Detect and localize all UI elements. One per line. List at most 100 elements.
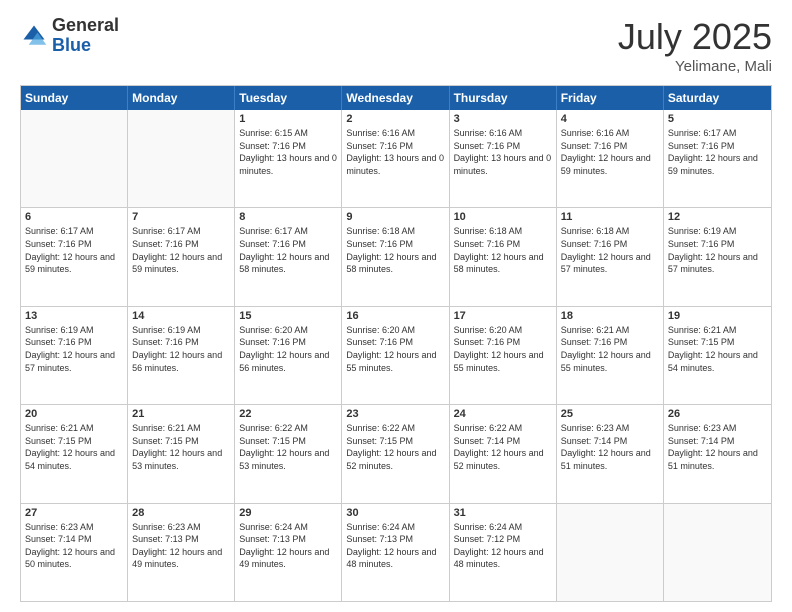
- day-number: 7: [132, 211, 230, 223]
- calendar-header-cell: Tuesday: [235, 86, 342, 110]
- day-number: 24: [454, 408, 552, 420]
- day-number: 10: [454, 211, 552, 223]
- day-info: Sunrise: 6:16 AM Sunset: 7:16 PM Dayligh…: [346, 127, 444, 177]
- calendar-header-cell: Sunday: [21, 86, 128, 110]
- calendar-cell: 27 Sunrise: 6:23 AM Sunset: 7:14 PM Dayli…: [21, 504, 128, 601]
- day-info: Sunrise: 6:24 AM Sunset: 7:13 PM Dayligh…: [239, 521, 337, 571]
- day-info: Sunrise: 6:16 AM Sunset: 7:16 PM Dayligh…: [454, 127, 552, 177]
- day-info: Sunrise: 6:20 AM Sunset: 7:16 PM Dayligh…: [454, 324, 552, 374]
- calendar-cell: 11 Sunrise: 6:18 AM Sunset: 7:16 PM Dayli…: [557, 208, 664, 305]
- day-info: Sunrise: 6:18 AM Sunset: 7:16 PM Dayligh…: [561, 225, 659, 275]
- day-info: Sunrise: 6:21 AM Sunset: 7:15 PM Dayligh…: [668, 324, 767, 374]
- day-number: 23: [346, 408, 444, 420]
- logo-icon: [20, 22, 48, 50]
- logo-general: General: [52, 16, 119, 36]
- calendar-cell: 19Sunrise: 6:21 AM Sunset: 7:15 PM Dayli…: [664, 307, 771, 404]
- day-info: Sunrise: 6:17 AM Sunset: 7:16 PM Dayligh…: [25, 225, 123, 275]
- calendar-header-row: SundayMondayTuesdayWednesdayThursdayFrid…: [21, 86, 771, 110]
- calendar-cell: 29 Sunrise: 6:24 AM Sunset: 7:13 PM Dayli…: [235, 504, 342, 601]
- day-info: Sunrise: 6:23 AM Sunset: 7:14 PM Dayligh…: [25, 521, 123, 571]
- day-info: Sunrise: 6:21 AM Sunset: 7:15 PM Dayligh…: [132, 422, 230, 472]
- calendar-cell: 7 Sunrise: 6:17 AM Sunset: 7:16 PM Daylig…: [128, 208, 235, 305]
- calendar-cell: 31 Sunrise: 6:24 AM Sunset: 7:12 PM Dayli…: [450, 504, 557, 601]
- day-info: Sunrise: 6:19 AM Sunset: 7:16 PM Dayligh…: [668, 225, 767, 275]
- day-info: Sunrise: 6:23 AM Sunset: 7:14 PM Dayligh…: [561, 422, 659, 472]
- calendar-cell: 3Sunrise: 6:16 AM Sunset: 7:16 PM Daylig…: [450, 110, 557, 207]
- day-info: Sunrise: 6:22 AM Sunset: 7:14 PM Dayligh…: [454, 422, 552, 472]
- calendar-cell: [128, 110, 235, 207]
- day-number: 12: [668, 211, 767, 223]
- calendar-cell: 28 Sunrise: 6:23 AM Sunset: 7:13 PM Dayli…: [128, 504, 235, 601]
- day-number: 29: [239, 507, 337, 519]
- calendar-cell: 26Sunrise: 6:23 AM Sunset: 7:14 PM Dayli…: [664, 405, 771, 502]
- day-info: Sunrise: 6:21 AM Sunset: 7:15 PM Dayligh…: [25, 422, 123, 472]
- day-number: 28: [132, 507, 230, 519]
- day-info: Sunrise: 6:21 AM Sunset: 7:16 PM Dayligh…: [561, 324, 659, 374]
- calendar-row: 6 Sunrise: 6:17 AM Sunset: 7:16 PM Daylig…: [21, 208, 771, 306]
- calendar-cell: 23 Sunrise: 6:22 AM Sunset: 7:15 PM Dayli…: [342, 405, 449, 502]
- day-info: Sunrise: 6:20 AM Sunset: 7:16 PM Dayligh…: [346, 324, 444, 374]
- calendar-cell: 13Sunrise: 6:19 AM Sunset: 7:16 PM Dayli…: [21, 307, 128, 404]
- calendar-cell: 12 Sunrise: 6:19 AM Sunset: 7:16 PM Dayli…: [664, 208, 771, 305]
- calendar-body: 1Sunrise: 6:15 AM Sunset: 7:16 PM Daylig…: [21, 110, 771, 601]
- day-info: Sunrise: 6:22 AM Sunset: 7:15 PM Dayligh…: [346, 422, 444, 472]
- day-number: 11: [561, 211, 659, 223]
- calendar-cell: 1Sunrise: 6:15 AM Sunset: 7:16 PM Daylig…: [235, 110, 342, 207]
- calendar-cell: [664, 504, 771, 601]
- day-info: Sunrise: 6:17 AM Sunset: 7:16 PM Dayligh…: [132, 225, 230, 275]
- day-number: 6: [25, 211, 123, 223]
- day-info: Sunrise: 6:23 AM Sunset: 7:14 PM Dayligh…: [668, 422, 767, 472]
- day-number: 27: [25, 507, 123, 519]
- day-number: 1: [239, 113, 337, 125]
- calendar-cell: 9 Sunrise: 6:18 AM Sunset: 7:16 PM Daylig…: [342, 208, 449, 305]
- day-number: 9: [346, 211, 444, 223]
- day-number: 22: [239, 408, 337, 420]
- day-number: 20: [25, 408, 123, 420]
- day-info: Sunrise: 6:18 AM Sunset: 7:16 PM Dayligh…: [346, 225, 444, 275]
- day-info: Sunrise: 6:19 AM Sunset: 7:16 PM Dayligh…: [25, 324, 123, 374]
- day-info: Sunrise: 6:17 AM Sunset: 7:16 PM Dayligh…: [668, 127, 767, 177]
- calendar-cell: [21, 110, 128, 207]
- calendar-cell: 2 Sunrise: 6:16 AM Sunset: 7:16 PM Daylig…: [342, 110, 449, 207]
- day-number: 14: [132, 310, 230, 322]
- day-info: Sunrise: 6:24 AM Sunset: 7:12 PM Dayligh…: [454, 521, 552, 571]
- calendar-header-cell: Wednesday: [342, 86, 449, 110]
- calendar-header-cell: Thursday: [450, 86, 557, 110]
- day-number: 5: [668, 113, 767, 125]
- day-number: 18: [561, 310, 659, 322]
- calendar-header-cell: Friday: [557, 86, 664, 110]
- calendar-cell: 21 Sunrise: 6:21 AM Sunset: 7:15 PM Dayli…: [128, 405, 235, 502]
- day-info: Sunrise: 6:22 AM Sunset: 7:15 PM Dayligh…: [239, 422, 337, 472]
- day-info: Sunrise: 6:19 AM Sunset: 7:16 PM Dayligh…: [132, 324, 230, 374]
- calendar-cell: 8 Sunrise: 6:17 AM Sunset: 7:16 PM Daylig…: [235, 208, 342, 305]
- logo-text: General Blue: [52, 16, 119, 56]
- day-info: Sunrise: 6:16 AM Sunset: 7:16 PM Dayligh…: [561, 127, 659, 177]
- day-number: 30: [346, 507, 444, 519]
- calendar-cell: 15Sunrise: 6:20 AM Sunset: 7:16 PM Dayli…: [235, 307, 342, 404]
- day-number: 2: [346, 113, 444, 125]
- calendar: SundayMondayTuesdayWednesdayThursdayFrid…: [20, 85, 772, 602]
- calendar-cell: 30Sunrise: 6:24 AM Sunset: 7:13 PM Dayli…: [342, 504, 449, 601]
- title-block: July 2025 Yelimane, Mali: [618, 16, 772, 75]
- calendar-row: 13Sunrise: 6:19 AM Sunset: 7:16 PM Dayli…: [21, 307, 771, 405]
- calendar-cell: 10 Sunrise: 6:18 AM Sunset: 7:16 PM Dayli…: [450, 208, 557, 305]
- day-number: 31: [454, 507, 552, 519]
- calendar-cell: 20 Sunrise: 6:21 AM Sunset: 7:15 PM Dayli…: [21, 405, 128, 502]
- day-info: Sunrise: 6:20 AM Sunset: 7:16 PM Dayligh…: [239, 324, 337, 374]
- header: General Blue July 2025 Yelimane, Mali: [20, 16, 772, 75]
- calendar-cell: 5 Sunrise: 6:17 AM Sunset: 7:16 PM Daylig…: [664, 110, 771, 207]
- calendar-cell: 24 Sunrise: 6:22 AM Sunset: 7:14 PM Dayli…: [450, 405, 557, 502]
- day-info: Sunrise: 6:18 AM Sunset: 7:16 PM Dayligh…: [454, 225, 552, 275]
- day-number: 21: [132, 408, 230, 420]
- day-info: Sunrise: 6:17 AM Sunset: 7:16 PM Dayligh…: [239, 225, 337, 275]
- calendar-cell: 14 Sunrise: 6:19 AM Sunset: 7:16 PM Dayli…: [128, 307, 235, 404]
- calendar-row: 1Sunrise: 6:15 AM Sunset: 7:16 PM Daylig…: [21, 110, 771, 208]
- title-month: July 2025: [618, 16, 772, 58]
- day-number: 8: [239, 211, 337, 223]
- calendar-cell: 25Sunrise: 6:23 AM Sunset: 7:14 PM Dayli…: [557, 405, 664, 502]
- calendar-row: 20 Sunrise: 6:21 AM Sunset: 7:15 PM Dayli…: [21, 405, 771, 503]
- calendar-cell: 4Sunrise: 6:16 AM Sunset: 7:16 PM Daylig…: [557, 110, 664, 207]
- day-number: 16: [346, 310, 444, 322]
- logo: General Blue: [20, 16, 119, 56]
- day-info: Sunrise: 6:23 AM Sunset: 7:13 PM Dayligh…: [132, 521, 230, 571]
